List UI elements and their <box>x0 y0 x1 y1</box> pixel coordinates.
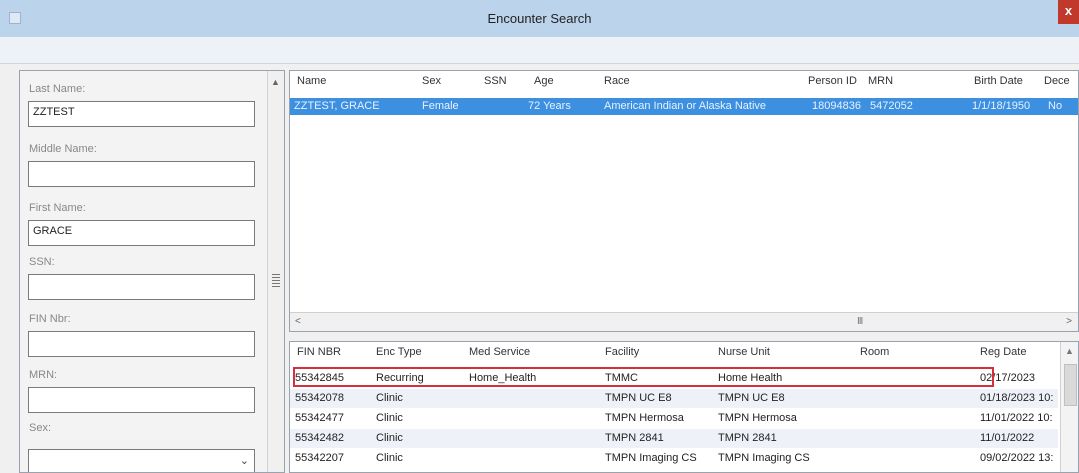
last-name-field[interactable]: ZZTEST <box>28 101 255 127</box>
fin-nbr-cell: 55342845 <box>295 372 344 384</box>
person-race-cell: American Indian or Alaska Native <box>604 100 767 112</box>
title-bar: Encounter Search x <box>0 0 1079 38</box>
search-panel: Last Name: ZZTEST Middle Name: First Nam… <box>19 70 285 473</box>
column-header-birth-date[interactable]: Birth Date <box>974 75 1034 87</box>
window-title: Encounter Search <box>487 11 592 26</box>
fin-nbr-cell: 55342207 <box>295 452 344 464</box>
first-name-field[interactable]: GRACE <box>28 220 255 246</box>
facility-cell: TMPN Imaging CS <box>605 452 697 464</box>
scroll-grip-icon[interactable] <box>272 274 280 288</box>
column-header-med-service[interactable]: Med Service <box>469 346 549 358</box>
person-row-selected[interactable]: ZZTEST, GRACE Female 72 Years American I… <box>290 98 1078 115</box>
person-age-cell: 72 Years <box>528 100 571 112</box>
column-header-mrn[interactable]: MRN <box>868 75 908 87</box>
person-sex-cell: Female <box>422 100 459 112</box>
med-service-cell: Home_Health <box>469 372 537 384</box>
encounter-row[interactable]: 55342078 Clinic TMPN UC E8 TMPN UC E8 01/18/… <box>290 389 1058 408</box>
person-id-cell: 18094836 <box>812 100 861 112</box>
column-header-fin-nbr[interactable]: FIN NBR <box>297 346 357 358</box>
search-panel-scrollbar[interactable]: ▲ <box>267 71 284 472</box>
facility-cell: TMPN Hermosa <box>605 412 684 424</box>
middle-name-field[interactable] <box>28 161 255 187</box>
fin-nbr-cell: 55342477 <box>295 412 344 424</box>
enc-type-cell: Clinic <box>376 412 403 424</box>
first-name-label: First Name: <box>29 202 86 214</box>
fin-nbr-field[interactable] <box>28 331 255 357</box>
column-header-reg-date[interactable]: Reg Date <box>980 346 1050 358</box>
nurse-unit-cell: TMPN 2841 <box>718 432 777 444</box>
column-header-enc-type[interactable]: Enc Type <box>376 346 436 358</box>
sex-label: Sex: <box>29 422 52 434</box>
nurse-unit-cell: Home Health <box>718 372 783 384</box>
nurse-unit-cell: TMPN Hermosa <box>718 412 797 424</box>
middle-name-label: Middle Name: <box>29 143 97 155</box>
chevron-down-icon: ⌄ <box>239 455 249 467</box>
nurse-unit-cell: TMPN UC E8 <box>718 392 785 404</box>
reg-date-cell: 02/17/2023 <box>980 372 1036 384</box>
column-header-race[interactable]: Race <box>604 75 664 87</box>
enc-type-cell: Clinic <box>376 392 403 404</box>
scroll-up-icon[interactable]: ▲ <box>271 77 280 87</box>
facility-cell: TMPN UC E8 <box>605 392 672 404</box>
fin-nbr-cell: 55342482 <box>295 432 344 444</box>
person-table-hscrollbar[interactable]: < III > <box>290 312 1078 331</box>
reg-date-cell: 01/18/2023 10: <box>980 392 1054 404</box>
encounter-row[interactable]: 55342207 Clinic TMPN Imaging CS TMPN Imagin… <box>290 449 1058 468</box>
column-header-nurse-unit[interactable]: Nurse Unit <box>718 346 788 358</box>
toolbar <box>0 37 1079 64</box>
scroll-up-icon[interactable]: ▲ <box>1065 346 1074 356</box>
scroll-left-icon[interactable]: < <box>295 316 301 327</box>
encounter-row[interactable]: 55342477 Clinic TMPN Hermosa TMPN Hermosa 11… <box>290 409 1058 428</box>
column-header-person-id[interactable]: Person ID <box>808 75 864 87</box>
encounter-table-header: FIN NBR Enc Type Med Service Facility Nu… <box>290 344 1078 361</box>
enc-type-cell: Clinic <box>376 452 403 464</box>
person-name-cell: ZZTEST, GRACE <box>294 100 380 112</box>
enc-type-cell: Clinic <box>376 432 403 444</box>
person-deceased-cell: No <box>1048 100 1063 112</box>
person-results-table: Name Sex SSN Age Race Person ID MRN Birt… <box>289 70 1079 332</box>
scroll-thumb[interactable] <box>1064 364 1077 406</box>
facility-cell: TMMC <box>605 372 638 384</box>
column-header-deceased[interactable]: Dece <box>1044 75 1078 87</box>
column-header-age[interactable]: Age <box>534 75 574 87</box>
last-name-label: Last Name: <box>29 83 86 95</box>
ssn-label: SSN: <box>29 256 55 268</box>
person-mrn-cell: 5472052 <box>870 100 913 112</box>
column-header-room[interactable]: Room <box>860 346 900 358</box>
sex-select[interactable]: ⌄ <box>28 449 255 472</box>
column-header-ssn[interactable]: SSN <box>484 75 514 87</box>
encounter-row[interactable]: 55342482 Clinic TMPN 2841 TMPN 2841 11/01/20… <box>290 429 1058 448</box>
column-header-sex[interactable]: Sex <box>422 75 462 87</box>
reg-date-cell: 11/01/2022 10: <box>980 412 1053 424</box>
mrn-label: MRN: <box>29 369 58 381</box>
reg-date-cell: 11/01/2022 <box>980 432 1035 444</box>
enc-type-cell: Recurring <box>376 372 424 384</box>
nurse-unit-cell: TMPN Imaging CS <box>718 452 810 464</box>
encounter-row[interactable]: 55342845 Recurring Home_Health TMMC Home Hea… <box>290 369 1058 388</box>
person-birth-date-cell: 1/1/18/1950 <box>972 100 1031 112</box>
scroll-right-icon[interactable]: > <box>1066 316 1072 327</box>
column-header-name[interactable]: Name <box>297 75 367 87</box>
reg-date-cell: 09/02/2022 13: <box>980 452 1054 464</box>
encounter-table-vscrollbar[interactable]: ▲ <box>1060 342 1078 472</box>
encounter-results-table: FIN NBR Enc Type Med Service Facility Nu… <box>289 341 1079 473</box>
fin-nbr-label: FIN Nbr: <box>29 313 71 325</box>
fin-nbr-cell: 55342078 <box>295 392 344 404</box>
mrn-field[interactable] <box>28 387 255 413</box>
ssn-field[interactable] <box>28 274 255 300</box>
facility-cell: TMPN 2841 <box>605 432 664 444</box>
scroll-thumb-grip-icon[interactable]: III <box>857 316 863 327</box>
column-header-facility[interactable]: Facility <box>605 346 665 358</box>
close-button[interactable]: x <box>1058 0 1079 24</box>
